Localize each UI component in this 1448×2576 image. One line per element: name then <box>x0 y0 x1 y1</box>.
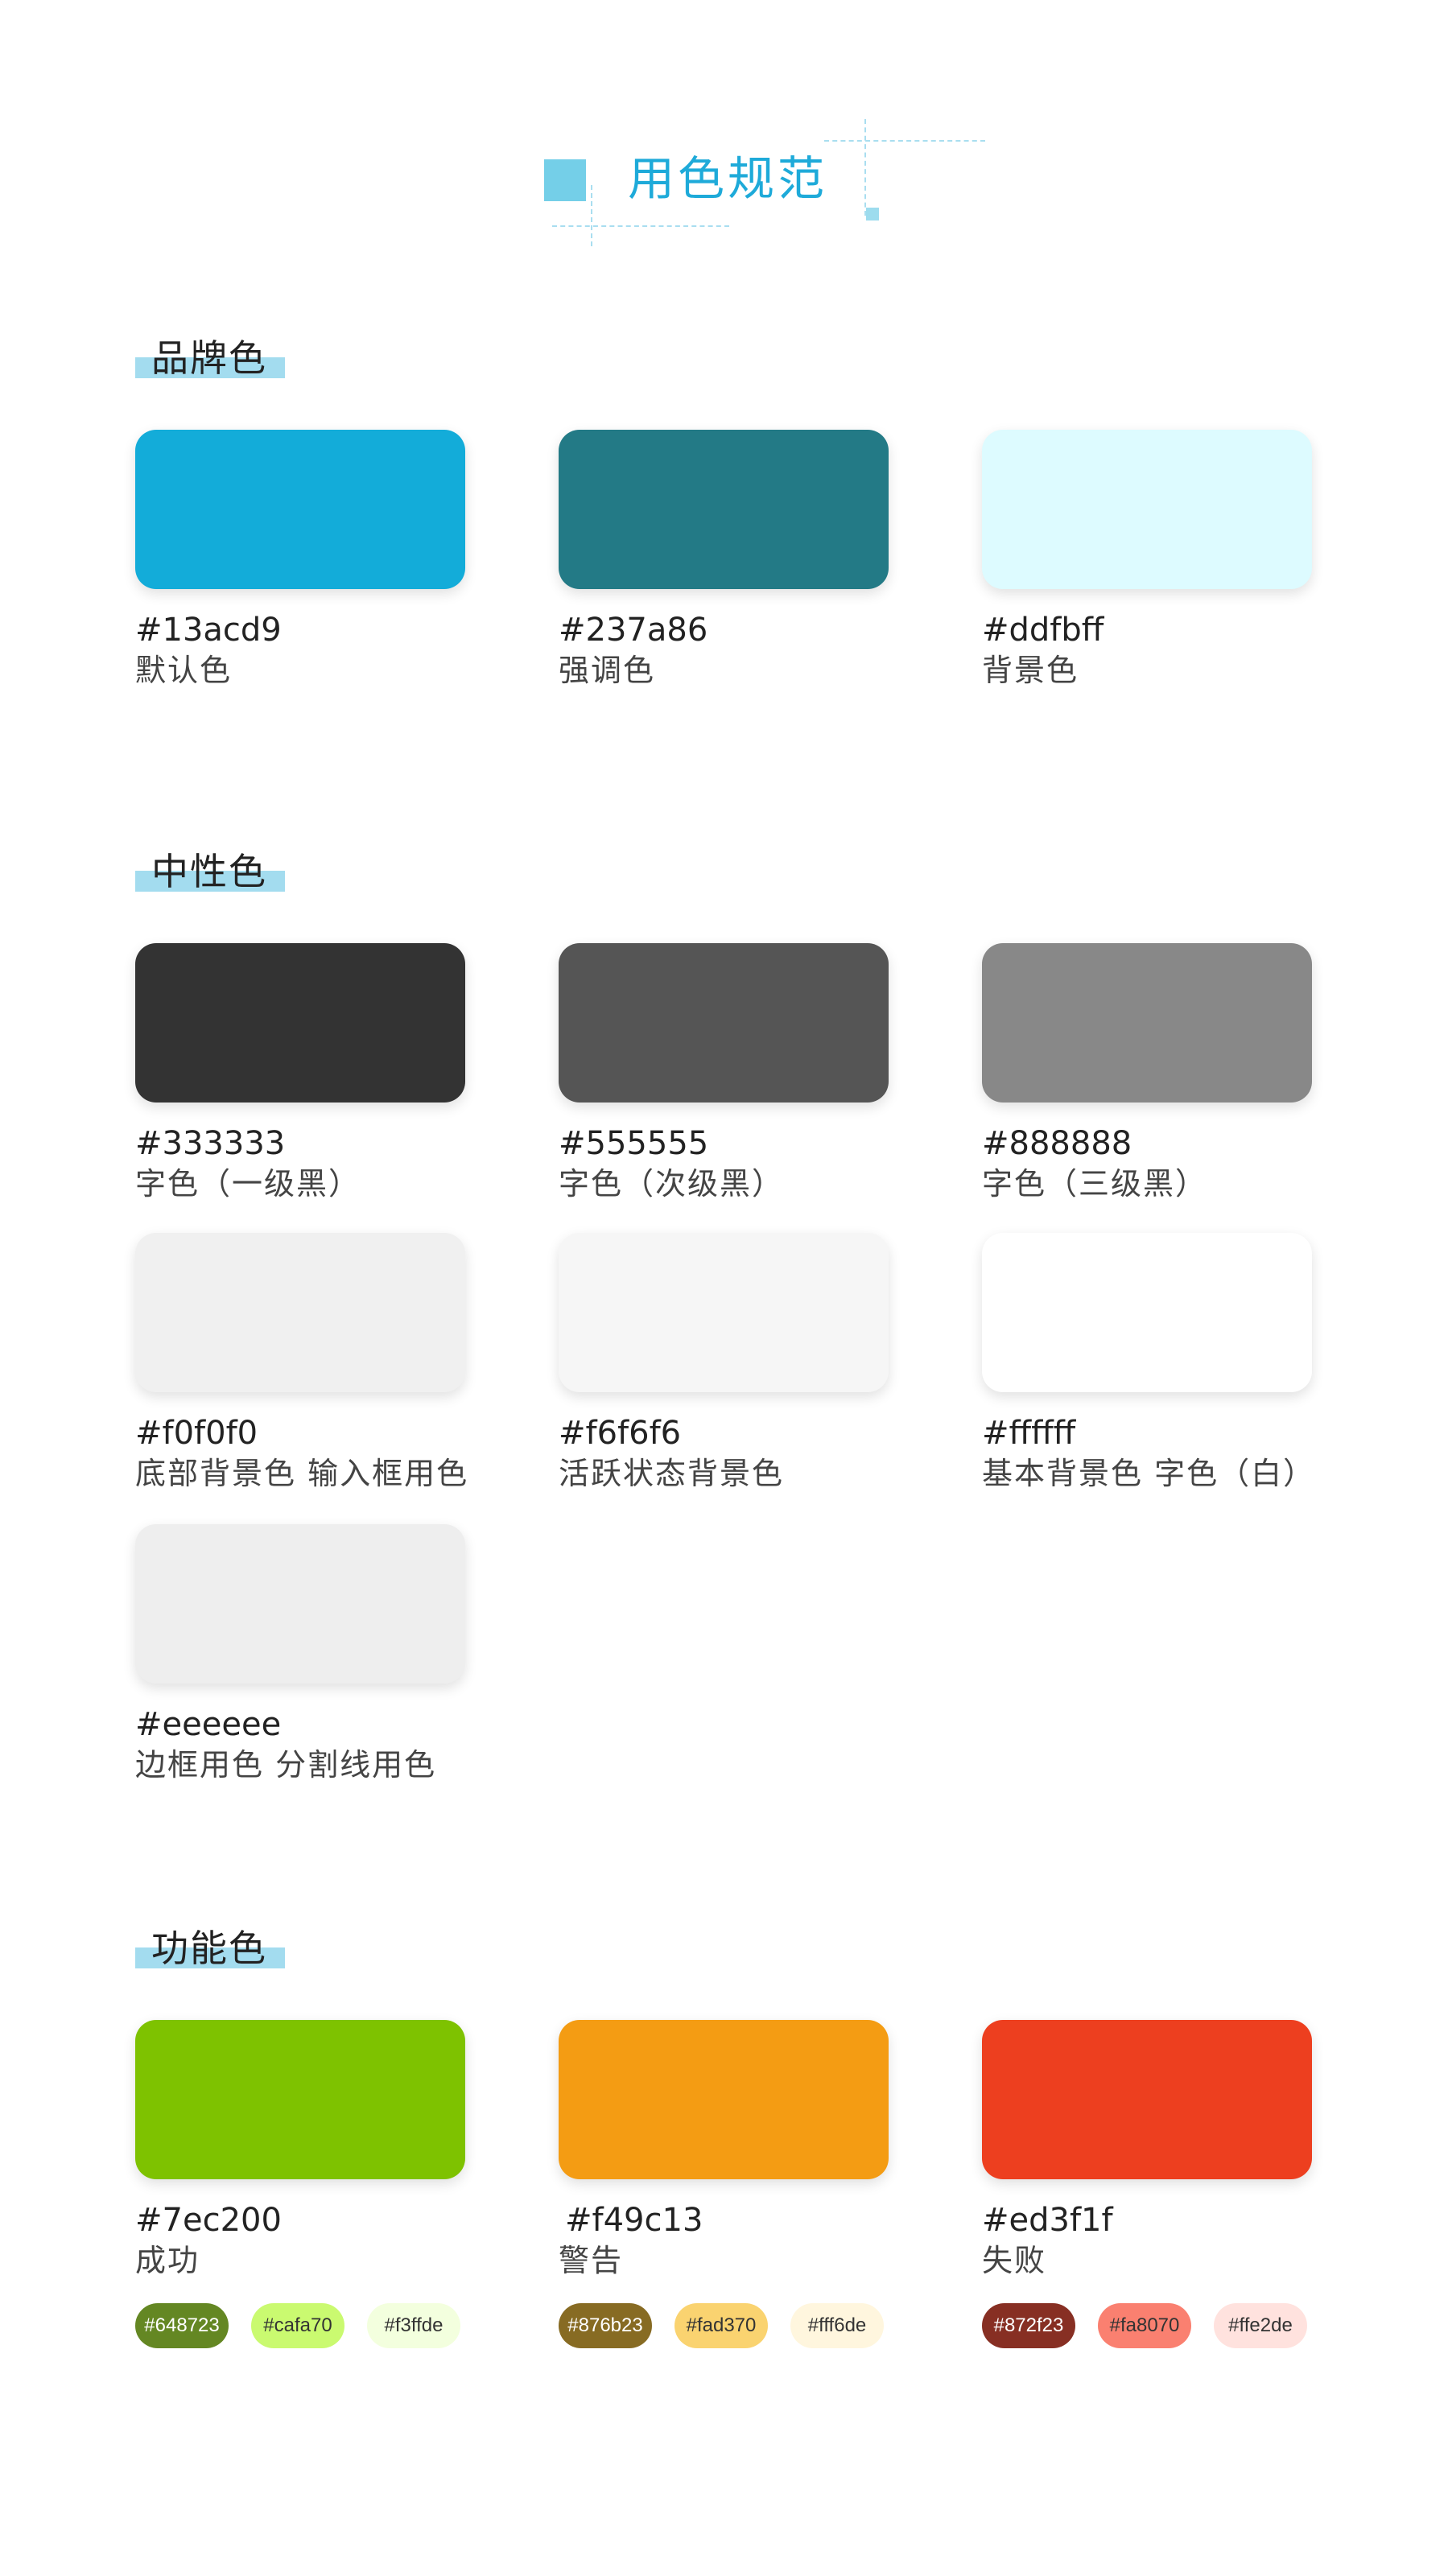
color-label: 基本背景色 字色（白） <box>982 1456 1316 1491</box>
color-swatch-success <box>135 2020 465 2179</box>
color-hex: #333333 <box>135 1125 286 1162</box>
color-hex: #eeeeee <box>135 1706 282 1743</box>
color-hex: #f49c13 <box>565 2202 703 2239</box>
title-small-square-decoration <box>866 208 879 221</box>
color-hex: #888888 <box>982 1125 1132 1162</box>
decorative-dashed-line <box>824 140 985 142</box>
color-swatch-border <box>135 1524 465 1684</box>
color-hex: #555555 <box>559 1125 709 1162</box>
color-hex: #f0f0f0 <box>135 1415 258 1452</box>
color-label: 成功 <box>135 2243 200 2278</box>
decorative-dashed-line <box>591 185 592 246</box>
color-variant-pill: #648723 <box>135 2303 229 2348</box>
color-label: 警告 <box>559 2243 624 2278</box>
color-swatch-bottom-background <box>135 1233 465 1392</box>
color-swatch-warning <box>559 2020 889 2179</box>
color-label: 边框用色 分割线用色 <box>135 1747 437 1783</box>
color-variant-pill: #fff6de <box>790 2303 884 2348</box>
color-hex: #13acd9 <box>135 612 282 649</box>
color-swatch-background <box>982 430 1312 589</box>
color-label: 默认色 <box>135 653 233 688</box>
color-label: 强调色 <box>559 653 656 688</box>
color-hex: #ddfbff <box>982 612 1104 649</box>
page-header: 用色规范 <box>0 0 1448 258</box>
color-hex: #ffffff <box>982 1415 1076 1452</box>
section-heading-brand: 品牌色 <box>135 330 288 386</box>
color-swatch-text-secondary <box>559 943 889 1103</box>
color-variant-pill: #f3ffde <box>367 2303 460 2348</box>
color-label: 字色（三级黑） <box>982 1166 1208 1201</box>
color-label: 字色（一级黑） <box>135 1166 361 1201</box>
color-variant-pill: #ffe2de <box>1214 2303 1307 2348</box>
color-variant-pill: #872f23 <box>982 2303 1075 2348</box>
color-swatch-accent <box>559 430 889 589</box>
section-heading-functional: 功能色 <box>135 1920 288 1976</box>
title-square-decoration <box>544 159 586 201</box>
color-hex: #ed3f1f <box>982 2202 1113 2239</box>
decorative-dashed-line <box>552 225 729 227</box>
section-heading-label: 品牌色 <box>151 336 267 380</box>
color-hex: #f6f6f6 <box>559 1415 682 1452</box>
color-label: 失败 <box>982 2243 1047 2278</box>
color-hex: #237a86 <box>559 612 708 649</box>
page-title: 用色规范 <box>628 151 828 206</box>
section-heading-label: 功能色 <box>151 1927 267 1970</box>
color-label: 字色（次级黑） <box>559 1166 785 1201</box>
color-label: 活跃状态背景色 <box>559 1456 785 1491</box>
decorative-dashed-line <box>864 119 866 216</box>
color-swatch-base-background <box>982 1233 1312 1392</box>
color-variant-pill: #fad370 <box>674 2303 768 2348</box>
color-variant-pill: #fa8070 <box>1098 2303 1191 2348</box>
color-swatch-error <box>982 2020 1312 2179</box>
color-swatch-text-primary <box>135 943 465 1103</box>
color-variant-pill: #cafa70 <box>251 2303 344 2348</box>
color-swatch-active-background <box>559 1233 889 1392</box>
color-label: 背景色 <box>982 653 1079 688</box>
section-heading-neutral: 中性色 <box>135 843 288 900</box>
section-heading-label: 中性色 <box>151 850 267 893</box>
color-label: 底部背景色 输入框用色 <box>135 1456 469 1491</box>
color-swatch-primary <box>135 430 465 589</box>
color-hex: #7ec200 <box>135 2202 282 2239</box>
color-swatch-text-tertiary <box>982 943 1312 1103</box>
color-variant-pill: #876b23 <box>559 2303 652 2348</box>
